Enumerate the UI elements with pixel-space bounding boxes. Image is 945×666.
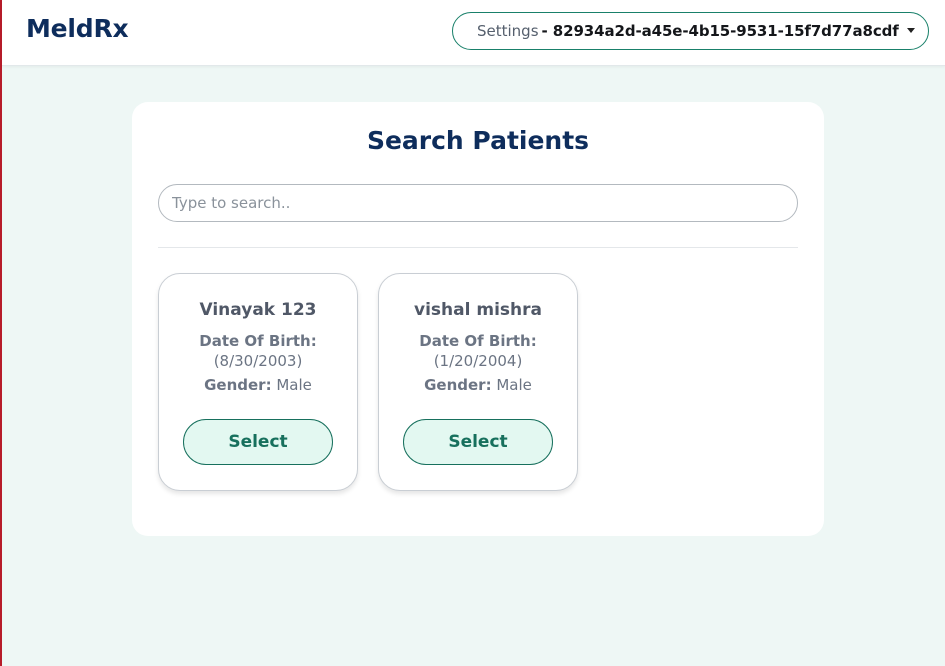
- search-input[interactable]: [158, 184, 798, 222]
- gender-row: Gender: Male: [379, 376, 577, 394]
- divider: [158, 247, 798, 248]
- search-patients-panel: Search Patients Vinayak 123 Date Of Birt…: [132, 102, 824, 536]
- brand-logo[interactable]: MeldRx: [26, 14, 129, 43]
- patient-name: Vinayak 123: [199, 300, 317, 320]
- dob-label: Date Of Birth:: [419, 332, 537, 350]
- patient-card: vishal mishra Date Of Birth: (1/20/2004)…: [378, 273, 578, 491]
- gender-value: Male: [271, 376, 312, 394]
- dob-value: (1/20/2004): [433, 352, 523, 370]
- settings-workspace-id: - 82934a2d-a45e-4b15-9531-15f7d77a8cdf: [541, 22, 899, 40]
- page-title: Search Patients: [366, 126, 590, 155]
- patient-name: vishal mishra: [414, 300, 542, 320]
- dob-label: Date Of Birth:: [199, 332, 317, 350]
- gender-label: Gender:: [424, 376, 492, 394]
- caret-down-icon: [906, 27, 915, 33]
- dob-value: (8/30/2003): [213, 352, 303, 370]
- settings-dropdown-button[interactable]: Settings - 82934a2d-a45e-4b15-9531-15f7d…: [452, 12, 929, 50]
- gender-row: Gender: Male: [159, 376, 357, 394]
- gender-label: Gender:: [204, 376, 272, 394]
- gender-value: Male: [491, 376, 532, 394]
- select-patient-button[interactable]: Select: [403, 419, 553, 465]
- select-patient-button[interactable]: Select: [183, 419, 333, 465]
- top-navbar: MeldRx Settings - 82934a2d-a45e-4b15-953…: [2, 0, 945, 66]
- settings-label: Settings: [477, 22, 539, 40]
- patient-card: Vinayak 123 Date Of Birth: (8/30/2003) G…: [158, 273, 358, 491]
